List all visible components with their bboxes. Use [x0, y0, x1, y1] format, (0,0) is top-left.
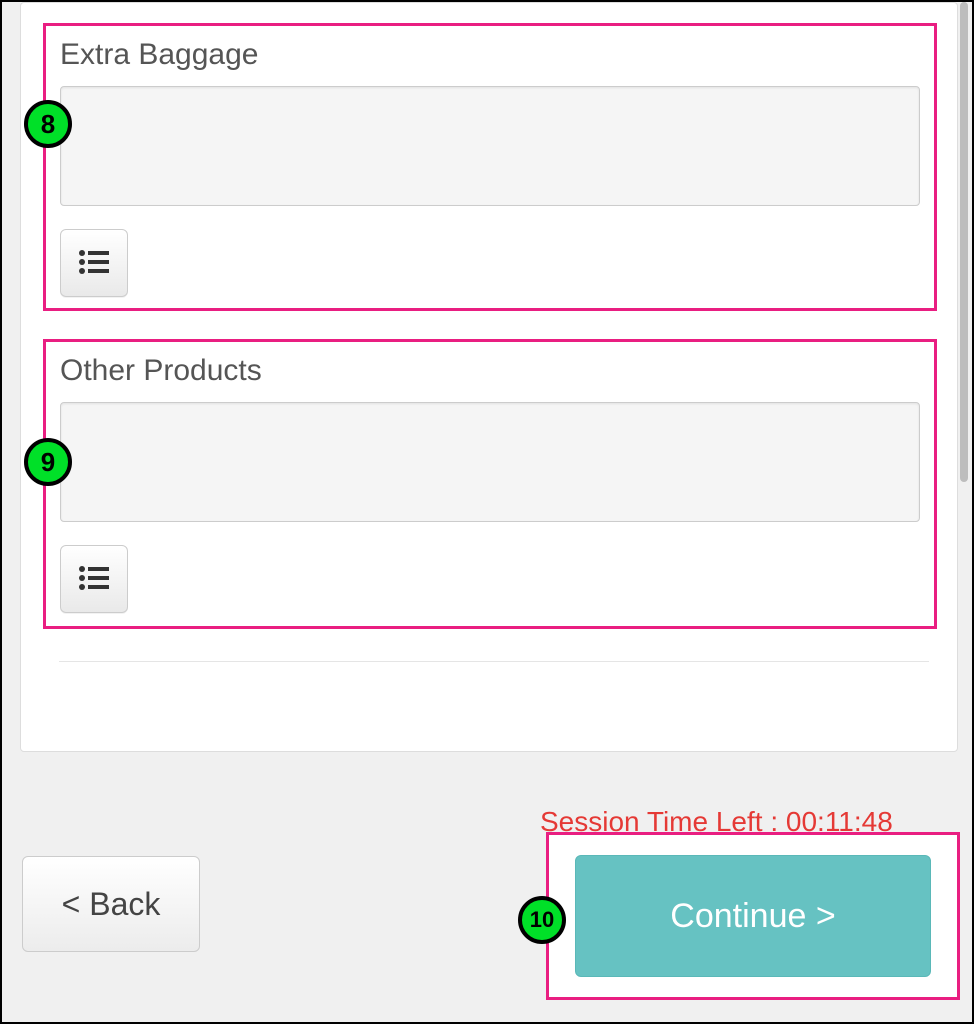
list-icon: [79, 249, 109, 278]
other-products-input[interactable]: [60, 402, 920, 522]
back-button[interactable]: < Back: [22, 856, 200, 952]
annotation-marker-10: 10: [518, 896, 566, 944]
list-icon: [79, 565, 109, 594]
continue-highlight-box: Continue >: [546, 832, 960, 1000]
continue-button[interactable]: Continue >: [575, 855, 931, 977]
extra-baggage-list-button[interactable]: [60, 229, 128, 297]
section-other-products: Other Products: [43, 339, 937, 629]
annotation-marker-9: 9: [24, 438, 72, 486]
section-extra-baggage: Extra Baggage: [43, 23, 937, 311]
divider: [59, 661, 929, 662]
form-panel: Extra Baggage Other Products: [20, 2, 958, 752]
section-title: Other Products: [60, 354, 920, 388]
section-title: Extra Baggage: [60, 38, 920, 72]
extra-baggage-input[interactable]: [60, 86, 920, 206]
other-products-list-button[interactable]: [60, 545, 128, 613]
annotation-marker-8: 8: [24, 100, 72, 148]
scrollbar-thumb[interactable]: [960, 2, 968, 482]
